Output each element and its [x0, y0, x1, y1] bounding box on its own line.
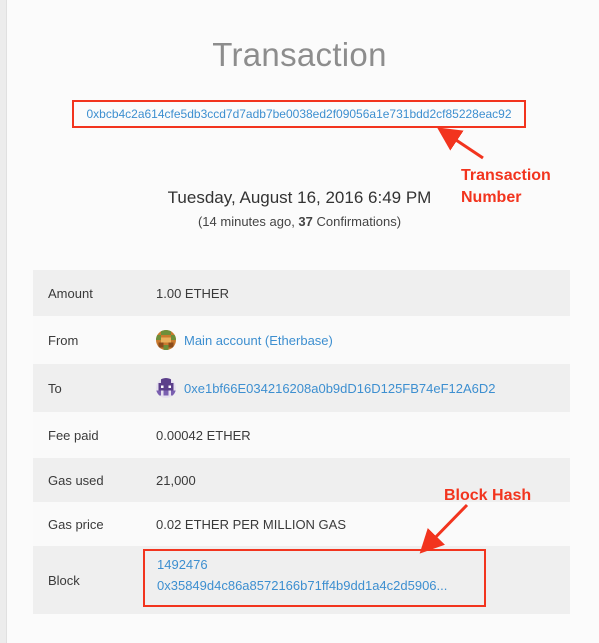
arrow-to-block-hash [419, 503, 469, 554]
arrow-to-transaction-hash [437, 127, 484, 160]
annotation-arrows [419, 127, 484, 554]
